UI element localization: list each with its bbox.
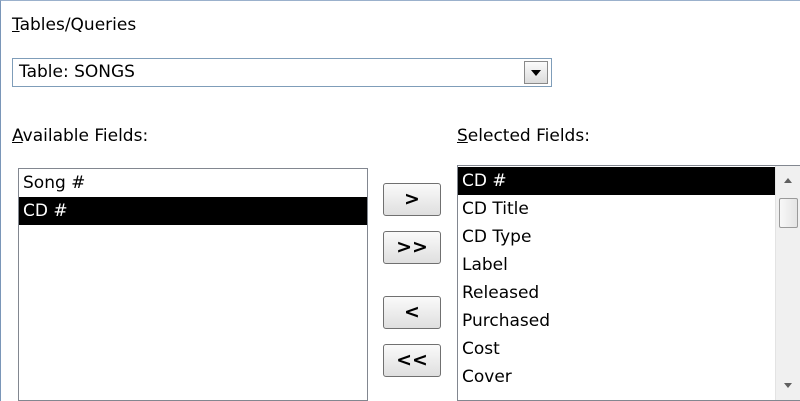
add-field-button[interactable]: > bbox=[383, 183, 441, 216]
list-item[interactable]: CD # bbox=[19, 197, 367, 225]
selected-fields-items: CD # CD Title CD Type Label Released Purchase… bbox=[458, 167, 775, 391]
list-item[interactable]: Purchased bbox=[458, 307, 775, 335]
selected-fields-label-text: elected Fields: bbox=[467, 126, 590, 146]
list-item[interactable]: CD Type bbox=[458, 223, 775, 251]
add-all-fields-button[interactable]: >> bbox=[383, 231, 441, 264]
list-item[interactable]: Cover bbox=[458, 363, 775, 391]
remove-all-fields-button[interactable]: << bbox=[383, 344, 441, 377]
available-fields-access-key: A bbox=[12, 126, 23, 146]
selected-fields-scrollbar[interactable] bbox=[775, 166, 800, 400]
tables-queries-label: Tables/Queries bbox=[12, 15, 136, 35]
tables-queries-access-key: T bbox=[12, 15, 20, 35]
tables-queries-combo[interactable]: Table: SONGS bbox=[12, 58, 552, 87]
field-chooser-panel: Tables/Queries Table: SONGS Available Fi… bbox=[0, 0, 800, 401]
dropdown-button[interactable] bbox=[524, 61, 548, 84]
tables-queries-value: Table: SONGS bbox=[19, 62, 135, 82]
list-item[interactable]: Song # bbox=[19, 169, 367, 197]
tables-queries-label-text: ables/Queries bbox=[19, 15, 137, 35]
available-fields-list[interactable]: Song # CD # bbox=[18, 168, 368, 401]
list-item[interactable]: Label bbox=[458, 251, 775, 279]
arrow-up-icon[interactable] bbox=[784, 178, 792, 183]
scrollbar-thumb[interactable] bbox=[779, 198, 798, 228]
list-item[interactable]: Released bbox=[458, 279, 775, 307]
list-item[interactable]: CD # bbox=[458, 167, 775, 195]
selected-fields-list[interactable]: CD # CD Title CD Type Label Released Purchase… bbox=[457, 165, 800, 401]
remove-field-button[interactable]: < bbox=[383, 296, 441, 329]
chevron-down-icon bbox=[531, 70, 541, 76]
available-fields-label: Available Fields: bbox=[12, 126, 148, 146]
selected-fields-label: Selected Fields: bbox=[457, 126, 590, 146]
list-item[interactable]: Cost bbox=[458, 335, 775, 363]
available-fields-label-text: vailable Fields: bbox=[22, 126, 149, 146]
available-fields-items: Song # CD # bbox=[19, 169, 367, 225]
arrow-down-icon[interactable] bbox=[784, 383, 792, 388]
list-item[interactable]: CD Title bbox=[458, 195, 775, 223]
selected-fields-access-key: S bbox=[457, 126, 468, 146]
